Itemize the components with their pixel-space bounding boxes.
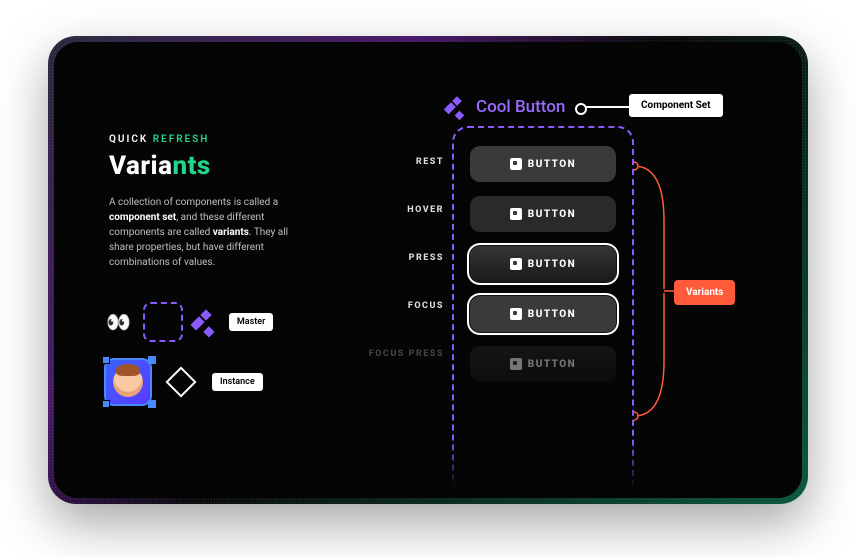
component-set-icon <box>448 98 467 117</box>
connector-line-top <box>579 106 629 108</box>
instance-icon <box>165 366 196 397</box>
avatar[interactable] <box>106 360 150 404</box>
state-label-hover: HOVER <box>354 205 444 215</box>
button-icon <box>510 258 522 270</box>
button-variant-rest[interactable]: BUTTON <box>470 146 616 182</box>
state-label-rest: REST <box>354 157 444 167</box>
component-set-header: Cool Button <box>446 96 565 118</box>
page-title: Variants <box>109 151 309 181</box>
button-icon <box>510 208 522 220</box>
button-variant-focus[interactable]: BUTTON <box>470 296 616 332</box>
title-part2: nts <box>172 151 210 181</box>
instance-tag: Instance <box>212 373 263 391</box>
eyebrow: QUICK REFRESH <box>109 134 309 145</box>
button-icon <box>510 158 522 170</box>
canvas: QUICK REFRESH Variants A collection of c… <box>54 42 802 498</box>
button-label: BUTTON <box>528 259 576 270</box>
eyebrow-part2: REFRESH <box>153 134 210 145</box>
dashed-frame-icon <box>143 302 183 342</box>
button-variant-press[interactable]: BUTTON <box>470 246 616 282</box>
avatar-face <box>113 367 143 397</box>
button-icon <box>510 358 522 370</box>
eyebrow-part1: QUICK <box>109 134 153 145</box>
legend-row-instance: Instance <box>106 360 326 404</box>
button-label: BUTTON <box>528 359 576 370</box>
state-labels: REST HOVER PRESS FOCUS FOCUS PRESS <box>354 157 444 359</box>
eyes-icon: 👀 <box>106 310 131 334</box>
button-label: BUTTON <box>528 209 576 220</box>
title-part1: Varia <box>109 151 172 181</box>
state-label-focus: FOCUS <box>354 301 444 311</box>
legend-row-master: 👀 Master <box>106 302 326 342</box>
legend: 👀 Master Instance <box>106 302 326 404</box>
component-icon <box>195 311 217 333</box>
window-frame: QUICK REFRESH Variants A collection of c… <box>48 36 808 504</box>
button-variant-focus-press[interactable]: BUTTON <box>470 346 616 382</box>
description: A collection of components is called a c… <box>109 195 309 270</box>
fade-overlay <box>54 438 802 498</box>
button-icon <box>510 308 522 320</box>
state-label-press: PRESS <box>354 253 444 263</box>
component-set-frame[interactable]: BUTTON BUTTON BUTTON BUTTON BUTTON <box>452 126 634 498</box>
state-label-focus-press: FOCUS PRESS <box>354 349 444 359</box>
component-set-title: Cool Button <box>476 97 565 117</box>
button-label: BUTTON <box>528 309 576 320</box>
master-tag: Master <box>229 313 273 331</box>
variants-annotation: Variants <box>674 280 735 305</box>
button-label: BUTTON <box>528 159 576 170</box>
connector-line-variants <box>634 161 679 421</box>
button-variant-hover[interactable]: BUTTON <box>470 196 616 232</box>
left-column: QUICK REFRESH Variants A collection of c… <box>109 134 309 270</box>
component-set-annotation: Component Set <box>629 94 723 117</box>
